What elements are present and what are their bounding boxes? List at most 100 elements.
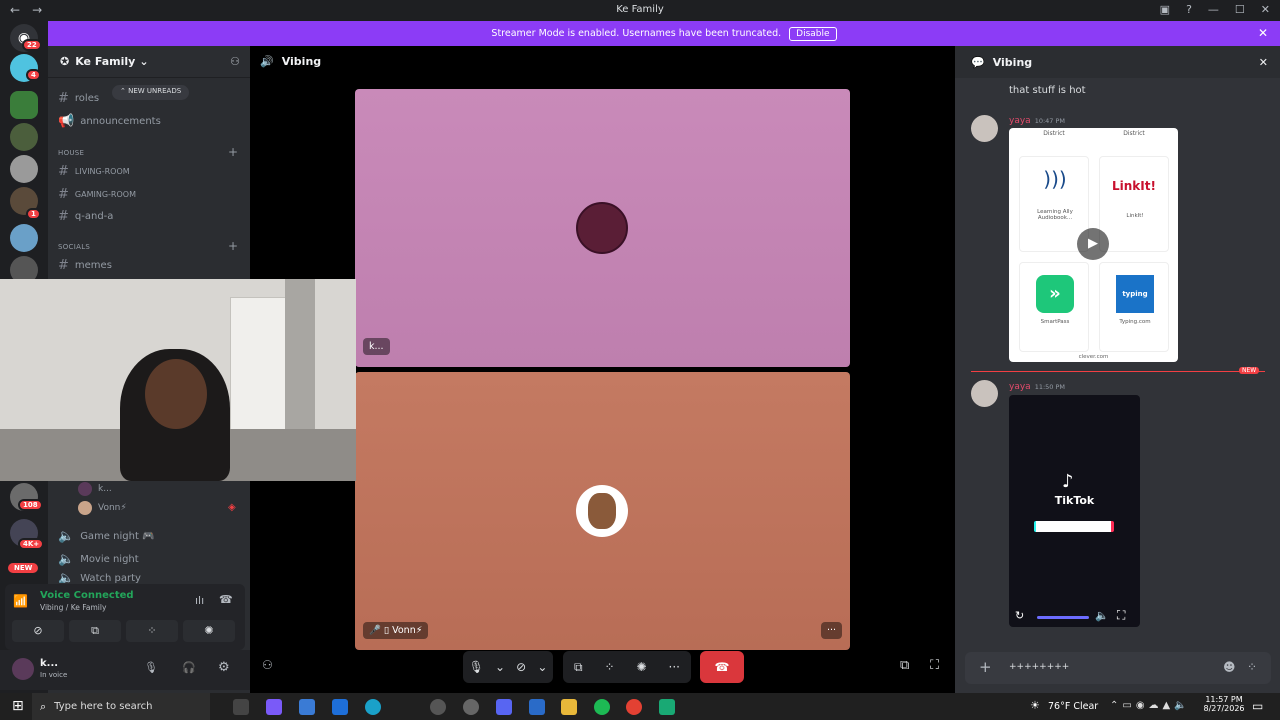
remote-desktop-icon[interactable] [529,699,545,715]
guild-header[interactable]: ✪ Ke Family ⌄ ⚇ [48,46,250,78]
new-unreads-pill[interactable]: ⌃ NEW UNREADS [112,85,190,100]
spotify-icon[interactable] [594,699,610,715]
channel-q-and-a[interactable]: # q-and-a [58,209,113,224]
add-channel-icon[interactable]: + [228,145,238,159]
add-attachment-icon[interactable]: + [979,658,992,676]
apps-icon[interactable]: ⁘ [1247,660,1257,674]
video-attachment[interactable]: District District ))) Learning Ally Audi… [1009,128,1178,362]
channel-roles[interactable]: # roles [58,91,99,106]
speaker-icon: 🔈 [58,529,75,544]
signal-icon[interactable]: 📶 [13,594,28,608]
screen-share-button[interactable]: ⧉ [69,620,121,642]
progress-bar[interactable] [1037,616,1089,619]
popout-icon[interactable]: ⧉ [900,658,909,673]
emoji-icon[interactable]: ☻ [1223,660,1236,674]
microphone-icon[interactable]: 🎙 [469,660,484,674]
more-options-icon[interactable]: ··· [821,622,843,639]
chevron-down-icon[interactable]: ⌄ [495,660,505,674]
tray-icons[interactable]: ⌃▭◉☁▲🔈 [1110,700,1191,711]
avatar[interactable] [971,115,998,142]
maximize-button[interactable]: ☐ [1235,3,1245,16]
close-icon[interactable]: ✕ [1259,56,1268,69]
disable-button[interactable]: Disable [789,26,837,41]
category-house[interactable]: HOUSE [58,149,84,157]
fullscreen-icon[interactable]: ⛶ [930,658,939,673]
more-icon[interactable]: ··· [669,660,680,674]
add-member-icon[interactable]: ⚇ [230,55,240,68]
camera-off-icon[interactable]: ⊘ [516,660,526,674]
add-channel-icon[interactable]: + [228,239,238,253]
app-icon[interactable] [430,699,446,715]
play-icon[interactable]: ▶ [1077,228,1109,260]
screen-share-icon[interactable]: ⧉ [574,660,583,675]
soundboard-icon[interactable]: ✺ [637,660,647,674]
close-icon[interactable]: ✕ [1258,26,1268,40]
channel-living-room[interactable]: # LIVING-ROOM [58,164,130,179]
avatar[interactable] [12,658,34,680]
weather-icon[interactable]: ☀ [1030,699,1040,712]
soundboard-button[interactable]: ✺ [183,620,235,642]
task-view-icon[interactable] [233,699,249,715]
server-badge: 108 [18,499,43,511]
activities-button[interactable]: ⁘ [126,620,178,642]
message-input[interactable]: ++++++++ [1009,662,1069,672]
app-name: Learning Ally Audiobook... [1037,209,1073,221]
edge-icon[interactable] [365,699,381,715]
fullscreen-icon[interactable]: ⛶ [1117,608,1125,623]
channel-memes[interactable]: # memes [58,258,112,273]
video-tile-2[interactable]: 🎤 ▯ Vonn⚡ ··· [355,372,850,650]
app-card[interactable]: LinkIt! LinkIt! [1099,156,1169,252]
voice-channel-watch-party[interactable]: 🔈 Watch party [58,573,141,583]
channel-gaming-room[interactable]: # GAMING-ROOM [58,187,136,202]
voice-channel-game-night[interactable]: 🔈 Game night 🎮 [58,529,155,544]
server-icon[interactable] [10,155,38,183]
store-icon[interactable] [299,699,315,715]
hang-up-button[interactable]: ☎ [700,651,744,683]
app-card[interactable]: » SmartPass [1019,262,1089,352]
disconnect-icon[interactable]: ☎ [219,593,233,606]
microphone-icon[interactable]: 🎙 [144,661,158,674]
voice-location[interactable]: Vibing / Ke Family [40,603,106,612]
chatgpt-icon[interactable] [463,699,479,715]
activities-icon[interactable]: ⁘ [605,660,615,674]
invite-icon[interactable]: ⚇ [262,658,273,672]
discord-icon[interactable] [496,699,512,715]
clock[interactable]: 11:57 PM 8/27/2026 [1200,695,1248,713]
app-icon[interactable] [659,699,675,715]
tiktok-video[interactable]: ♪ TikTok ↻ 🔈 ⛶ [1009,395,1140,627]
avatar[interactable] [971,380,998,407]
voice-user[interactable]: Vonn⚡ [78,501,127,515]
headphones-icon[interactable]: 🎧 [182,661,196,674]
server-icon[interactable] [10,224,38,252]
chevron-down-icon[interactable]: ⌄ [537,660,547,674]
author-name: yaya [1009,116,1031,126]
video-off-button[interactable]: ⊘ [12,620,64,642]
volume-icon[interactable]: 🔈 [1095,609,1109,622]
inbox-icon[interactable]: ▣ [1160,3,1170,16]
copilot-icon[interactable] [266,699,282,715]
message-author[interactable]: yaya 11:50 PM [1009,382,1065,392]
file-explorer-icon[interactable] [561,699,577,715]
outlook-icon[interactable] [332,699,348,715]
server-icon[interactable] [10,123,38,151]
category-socials[interactable]: SOCIALS [58,243,90,251]
video-tile-1[interactable]: k... [355,89,850,367]
server-icon[interactable] [10,91,38,119]
close-window-button[interactable]: ✕ [1261,3,1270,16]
message-composer[interactable]: + ++++++++ ☻ ⁘ [965,652,1271,684]
voice-channel-movie-night[interactable]: 🔈 Movie night [58,552,139,567]
search-box[interactable]: ⌕ Type here to search [32,693,210,720]
minimize-button[interactable]: — [1208,3,1219,16]
app-card[interactable]: typing Typing.com [1099,262,1169,352]
replay-icon[interactable]: ↻ [1015,609,1024,622]
message-author[interactable]: yaya 10:47 PM [1009,116,1065,126]
gear-icon[interactable]: ⚙ [218,660,230,675]
noise-icon[interactable]: ılı [195,594,204,607]
channel-announcements[interactable]: 📢 announcements [58,114,161,129]
windows-start-icon[interactable]: ⊞ [12,698,24,714]
voice-user[interactable]: k... [78,482,112,496]
chrome-icon[interactable] [626,699,642,715]
notification-icon[interactable]: ▭ [1252,699,1263,713]
weather-text[interactable]: 76°F Clear [1048,701,1098,712]
help-icon[interactable]: ? [1186,3,1192,16]
